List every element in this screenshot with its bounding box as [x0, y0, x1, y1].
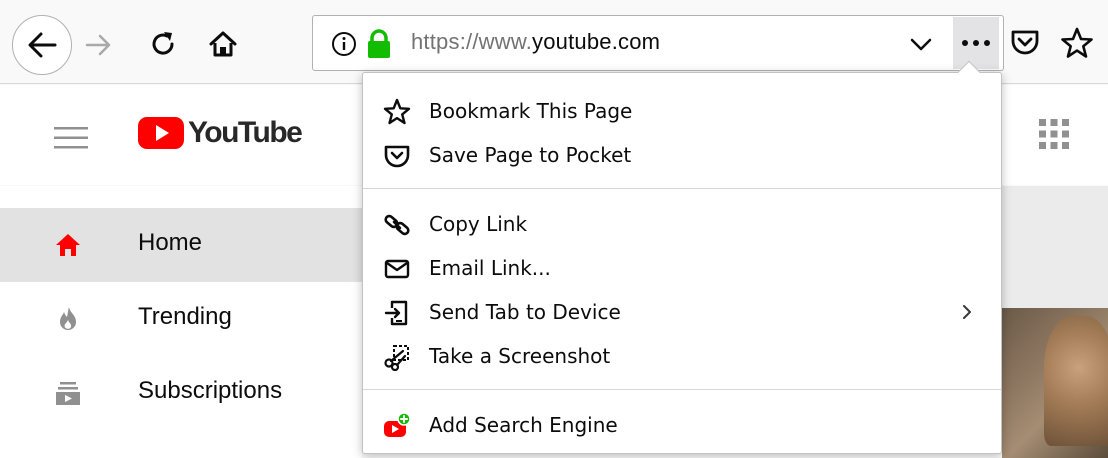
- home-icon: [56, 234, 80, 256]
- sidebar-item-label: Trending: [138, 303, 232, 330]
- apps-grid-icon[interactable]: [1038, 118, 1070, 150]
- home-icon: [209, 31, 237, 57]
- back-button[interactable]: [12, 15, 72, 75]
- star-icon: [383, 98, 411, 125]
- menu-separator: [363, 389, 1001, 390]
- subscriptions-icon: [56, 382, 80, 405]
- menu-item-send-tab[interactable]: Send Tab to Device: [363, 290, 1001, 334]
- hamburger-menu-icon[interactable]: [54, 125, 88, 151]
- chevron-right-icon: [963, 305, 971, 319]
- menu-item-label: Email Link...: [429, 256, 551, 280]
- url-bar[interactable]: https://www.youtube.com: [312, 15, 1004, 71]
- send-tab-icon: [384, 300, 408, 326]
- star-icon[interactable]: [1060, 26, 1094, 60]
- sidebar-item-label: Home: [138, 229, 203, 256]
- menu-item-label: Send Tab to Device: [429, 300, 621, 324]
- pocket-icon: [384, 145, 410, 168]
- url-scheme: https://: [411, 29, 479, 54]
- home-button[interactable]: [204, 25, 242, 63]
- reload-icon: [152, 32, 174, 55]
- sidebar-item-trending[interactable]: Trending: [0, 282, 362, 356]
- youtube-play-logo-icon: [138, 117, 184, 149]
- add-search-engine-icon: [384, 412, 411, 437]
- youtube-logo[interactable]: YouTube: [138, 116, 303, 150]
- chevron-down-icon[interactable]: [909, 34, 933, 54]
- menu-item-email-link[interactable]: Email Link...: [363, 246, 1001, 290]
- menu-separator: [363, 188, 1001, 189]
- menu-item-add-search-engine[interactable]: Add Search Engine: [363, 403, 1001, 447]
- menu-item-label: Bookmark This Page: [429, 99, 633, 123]
- pocket-icon[interactable]: [1008, 26, 1042, 60]
- page-actions-menu: Bookmark This Page Save Page to Pocket C…: [362, 60, 1002, 454]
- screenshot-icon: [384, 345, 409, 371]
- forward-button[interactable]: [82, 28, 116, 62]
- forward-arrow-icon: [85, 34, 111, 56]
- info-icon[interactable]: [331, 31, 357, 57]
- url-prefix: www.: [478, 29, 533, 54]
- menu-item-copy-link[interactable]: Copy Link: [363, 202, 1001, 246]
- menu-item-label: Copy Link: [429, 212, 528, 236]
- menu-item-bookmark-page[interactable]: Bookmark This Page: [363, 89, 1001, 133]
- page-actions-button[interactable]: [953, 17, 999, 69]
- url-suffix: .com: [611, 29, 661, 54]
- back-arrow-icon: [28, 32, 57, 58]
- youtube-sidebar: Home Trending Subscriptions: [0, 186, 362, 458]
- youtube-logo-text: YouTube: [188, 116, 303, 149]
- menu-item-label: Add Search Engine: [429, 413, 618, 437]
- lock-icon[interactable]: [365, 28, 393, 60]
- sidebar-item-subscriptions[interactable]: Subscriptions: [0, 356, 362, 430]
- sidebar-item-home[interactable]: Home: [0, 208, 362, 282]
- menu-item-label: Save Page to Pocket: [429, 143, 632, 167]
- reload-button[interactable]: [144, 25, 182, 63]
- video-thumbnail-cat-image: [1044, 316, 1108, 446]
- menu-item-save-to-pocket[interactable]: Save Page to Pocket: [363, 133, 1001, 177]
- trending-flame-icon: [60, 307, 76, 330]
- more-dots-icon: [962, 40, 990, 46]
- email-icon: [384, 259, 410, 279]
- menu-item-label: Take a Screenshot: [429, 344, 611, 368]
- sidebar-item-label: Subscriptions: [138, 377, 283, 404]
- url-text[interactable]: https://www.youtube.com: [411, 29, 660, 55]
- link-icon: [384, 214, 410, 236]
- url-domain: youtube: [532, 29, 612, 54]
- menu-item-take-screenshot[interactable]: Take a Screenshot: [363, 334, 1001, 378]
